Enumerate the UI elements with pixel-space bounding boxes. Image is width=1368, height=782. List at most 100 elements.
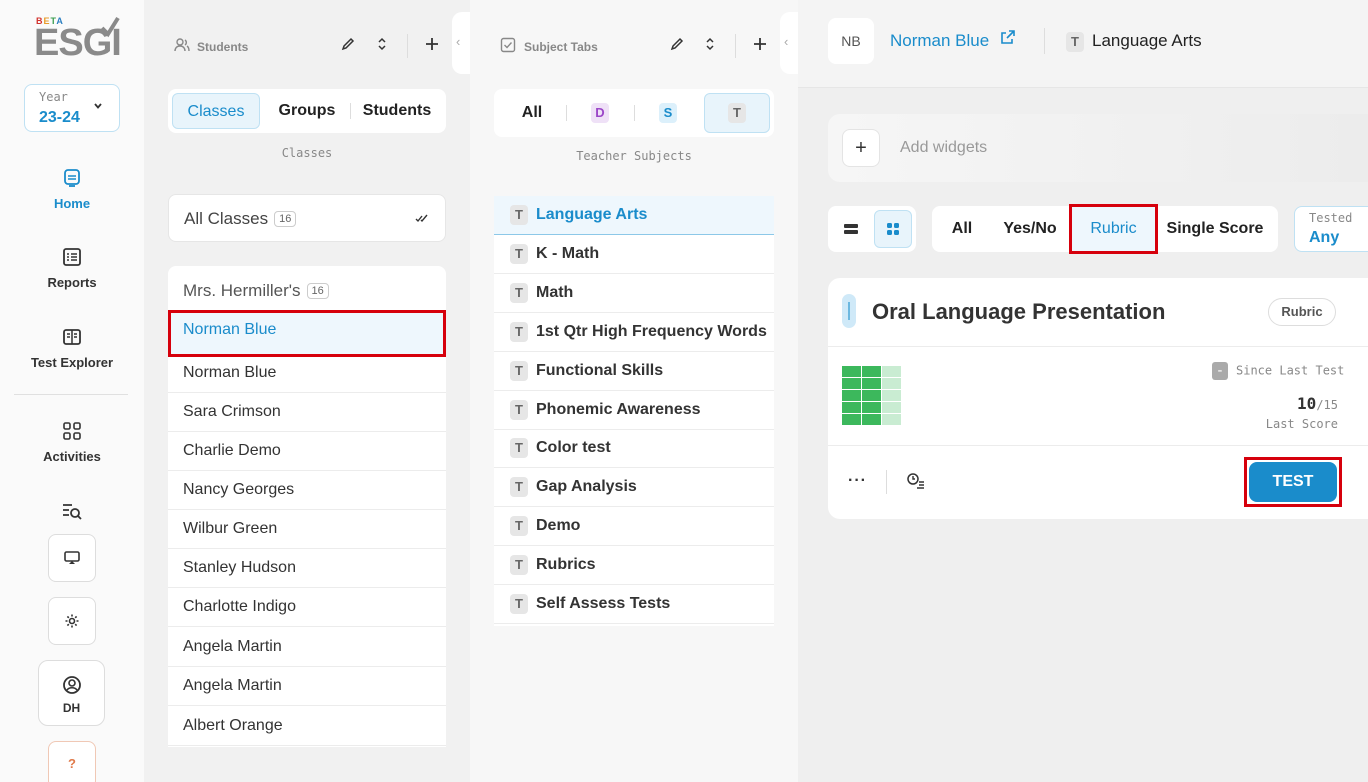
- tab-students[interactable]: Students: [352, 93, 442, 129]
- teacher-chip: T: [510, 476, 528, 497]
- student-row[interactable]: Norman Blue: [168, 310, 446, 357]
- filter-single-score[interactable]: Single Score: [1164, 206, 1266, 252]
- filter-yes-no[interactable]: Yes/No: [994, 206, 1066, 252]
- help-button[interactable]: ?: [48, 741, 96, 782]
- tab-all[interactable]: All: [498, 95, 566, 131]
- nav-home-label: Home: [53, 196, 91, 211]
- test-title[interactable]: Oral Language Presentation: [872, 299, 1165, 325]
- teacher-chip: T: [510, 437, 528, 458]
- collapse-students-button[interactable]: ‹: [452, 12, 470, 74]
- reports-icon: [63, 248, 81, 266]
- add-widgets-label: Add widgets: [900, 139, 988, 156]
- student-header: NB Norman Blue T Language Arts: [798, 0, 1368, 88]
- subject-row[interactable]: T 1st Qtr High Frequency Words: [494, 313, 774, 352]
- add-widget-button[interactable]: +: [842, 129, 880, 167]
- subject-row[interactable]: T Gap Analysis: [494, 468, 774, 507]
- student-row[interactable]: Stanley Hudson: [168, 549, 446, 588]
- subject-row[interactable]: TK - Math: [494, 235, 774, 274]
- test-button[interactable]: TEST: [1249, 462, 1337, 502]
- filter-rubric[interactable]: Rubric: [1069, 204, 1158, 254]
- chevron-left-icon: ‹: [456, 34, 461, 49]
- teacher-chip: T: [510, 515, 528, 536]
- chevron-down-icon: [94, 103, 102, 109]
- teacher-chip: T: [510, 204, 528, 225]
- subject-row[interactable]: T Rubrics: [494, 546, 774, 585]
- esgi-logo[interactable]: BETA ESGI: [34, 14, 122, 62]
- home-icon: [64, 169, 80, 187]
- district-chip: D: [591, 102, 609, 123]
- grid-view-icon: [887, 223, 899, 235]
- student-row[interactable]: Angela Martin: [168, 628, 446, 667]
- list-view-button[interactable]: [832, 210, 870, 248]
- sort-icon[interactable]: [704, 36, 716, 52]
- students-view-tabs: Classes Groups Students: [168, 89, 446, 133]
- collapse-subjects-button[interactable]: ‹: [780, 12, 798, 74]
- subject-row[interactable]: T Self Assess Tests: [494, 585, 774, 624]
- tab-school[interactable]: S: [636, 95, 700, 131]
- teacher-chip: T: [510, 360, 528, 381]
- double-check-icon: [415, 214, 428, 223]
- student-row[interactable]: Albert Orange: [168, 707, 446, 746]
- nav-test-explorer[interactable]: Test Explorer: [0, 327, 144, 370]
- student-row[interactable]: Angela Martin: [168, 667, 446, 706]
- subject-type-tabs: All D S T: [494, 89, 774, 137]
- subject-row[interactable]: T Color test: [494, 429, 774, 468]
- student-row[interactable]: Sara Crimson: [168, 393, 446, 432]
- external-link-icon[interactable]: [1000, 29, 1016, 45]
- test-card: Oral Language Presentation Rubric - Since…: [828, 278, 1368, 519]
- teacher-chip: T: [510, 399, 528, 420]
- book-icon: [63, 329, 81, 345]
- sort-icon[interactable]: [376, 36, 388, 52]
- card-footer-divider: [886, 470, 887, 494]
- student-row[interactable]: Norman Blue: [168, 354, 446, 393]
- add-icon[interactable]: [425, 36, 439, 52]
- nav-search-tests[interactable]: [0, 501, 144, 529]
- student-name-link[interactable]: Norman Blue: [890, 31, 989, 51]
- teacher-chip: T: [728, 102, 746, 123]
- gear-icon: [65, 614, 79, 628]
- add-icon[interactable]: [753, 36, 767, 52]
- checkbox-icon: [500, 37, 516, 53]
- all-classes-label: All Classes 16: [184, 209, 297, 229]
- student-row[interactable]: Charlotte Indigo: [168, 588, 446, 627]
- grid-view-button[interactable]: [874, 210, 912, 248]
- tab-district[interactable]: D: [568, 95, 632, 131]
- test-button-highlight: TEST: [1244, 457, 1342, 507]
- year-selector[interactable]: Year 23-24: [24, 84, 120, 132]
- nav-activities[interactable]: Activities: [0, 421, 144, 464]
- subject-row[interactable]: T Phonemic Awareness: [494, 391, 774, 430]
- tab-classes[interactable]: Classes: [172, 93, 260, 129]
- subject-row[interactable]: T Functional Skills: [494, 352, 774, 391]
- tab-groups[interactable]: Groups: [263, 93, 351, 129]
- screen-share-button[interactable]: [48, 534, 96, 582]
- test-type-badge: Rubric: [1268, 298, 1336, 326]
- pencil-icon[interactable]: [340, 36, 356, 52]
- settings-button[interactable]: [48, 597, 96, 645]
- tested-dropdown[interactable]: Tested Any: [1294, 206, 1368, 252]
- tested-label: Tested: [1309, 211, 1353, 225]
- subject-row[interactable]: T Math: [494, 274, 774, 313]
- subject-row[interactable]: T Demo: [494, 507, 774, 546]
- history-icon[interactable]: [906, 472, 926, 490]
- teacher-chip: T: [510, 593, 528, 614]
- nav-reports[interactable]: Reports: [0, 247, 144, 290]
- subject-row[interactable]: T Language Arts: [494, 196, 774, 235]
- add-widgets-bar[interactable]: + Add widgets: [828, 114, 1368, 182]
- teacher-chip: T: [510, 243, 528, 264]
- tab-teacher[interactable]: T: [704, 93, 770, 133]
- test-type-filter: All Yes/No Rubric Single Score: [932, 204, 1278, 254]
- student-row[interactable]: Wilbur Green: [168, 510, 446, 549]
- all-classes-item[interactable]: All Classes 16: [168, 194, 446, 242]
- nav-home[interactable]: Home: [0, 168, 144, 211]
- student-row[interactable]: Charlie Demo: [168, 432, 446, 471]
- more-options-button[interactable]: ···: [848, 472, 867, 490]
- year-value: 23-24: [39, 109, 80, 126]
- class-header[interactable]: Mrs. Hermiller's 16: [183, 281, 329, 301]
- students-panel: Students ‹ Classes Groups Students Class…: [144, 0, 470, 782]
- student-row[interactable]: Nancy Georges: [168, 471, 446, 510]
- user-menu[interactable]: DH: [38, 660, 105, 726]
- pencil-icon[interactable]: [669, 36, 685, 52]
- year-label: Year: [39, 90, 68, 104]
- filter-all[interactable]: All: [940, 206, 984, 252]
- nav-activities-label: Activities: [43, 449, 101, 464]
